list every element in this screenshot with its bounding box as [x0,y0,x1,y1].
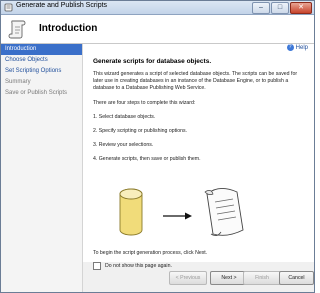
sidebar-item-summary: Summary [5,79,31,85]
step-item: 1. Select database objects. [93,114,156,120]
content-title: Generate scripts for database objects. [93,58,212,65]
scroll-icon [8,20,26,39]
close-button[interactable]: ✕ [290,2,312,14]
sidebar-item-choose-objects[interactable]: Choose Objects [1,55,82,66]
cancel-button[interactable]: Cancel [279,271,314,285]
title-bar: Generate and Publish Scripts – □ ✕ [1,1,314,15]
help-label: Help [295,44,308,51]
help-link[interactable]: ? Help [286,44,308,51]
begin-instruction: To begin the script generation process, … [93,250,208,256]
database-cylinder-icon [119,188,143,236]
wizard-window: Generate and Publish Scripts – □ ✕ Intro… [0,0,315,293]
previous-button[interactable]: < Previous [169,271,207,285]
illustration [119,188,244,236]
steps-intro: There are four steps to complete this wi… [93,100,196,106]
window-title: Generate and Publish Scripts [16,2,108,9]
maximize-button[interactable]: □ [271,2,289,14]
content-panel: ? Help Generate scripts for database obj… [83,44,314,270]
help-icon: ? [286,44,294,51]
intro-paragraph: This wizard generates a script of select… [93,71,298,91]
minimize-button[interactable]: – [252,2,270,14]
scroll-icon [4,3,13,12]
sidebar-item-save-or-publish-scripts: Save or Publish Scripts [5,90,68,96]
window-controls: – □ ✕ [251,2,312,14]
step-item: 4. Generate scripts, then save or publis… [93,156,201,162]
sidebar-item-set-scripting-options[interactable]: Set Scripting Options [1,66,82,77]
script-scroll-icon [204,188,244,236]
step-item: 3. Review your selections. [93,142,154,148]
wizard-button-bar: < Previous Next > Finish Cancel [83,269,314,289]
sidebar-item-introduction[interactable]: Introduction [1,44,82,55]
page-header: Introduction [1,15,314,44]
arrow-right-icon [163,212,192,220]
finish-button[interactable]: Finish [243,271,281,285]
page-title: Introduction [39,23,98,34]
wizard-steps-sidebar: Introduction Choose Objects Set Scriptin… [1,44,83,292]
step-item: 2. Specify scripting or publishing optio… [93,128,188,134]
